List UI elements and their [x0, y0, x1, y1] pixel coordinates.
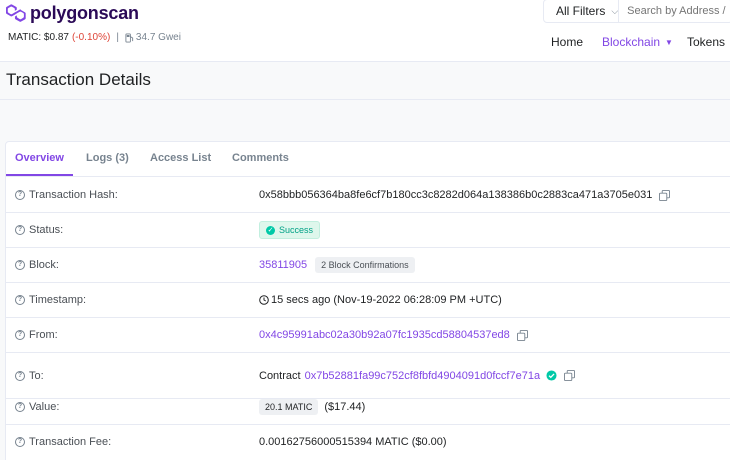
nav-blockchain[interactable]: Blockchain ▼	[602, 35, 673, 49]
nav-home[interactable]: Home	[551, 35, 583, 49]
help-icon[interactable]: ?	[15, 190, 25, 200]
transaction-hash: 0x58bbb056364ba8fe6cf7b180cc3c8282d064a1…	[259, 189, 653, 201]
filter-label: All Filters	[556, 4, 606, 18]
search-bar: All Filters ⌵	[543, 0, 730, 23]
detail-row-fee: ? Transaction Fee: 0.00162756000515394 M…	[6, 424, 730, 459]
tab-bar: Overview Logs (3) Access List Comments	[6, 142, 730, 177]
from-address-link[interactable]: 0x4c95991abc02a30b92a07fc1935cd58804537e…	[259, 329, 510, 341]
nav-tokens[interactable]: Tokens ▼	[687, 35, 730, 49]
nav-home-label: Home	[551, 35, 584, 49]
page-title-band: Transaction Details	[0, 62, 730, 100]
help-icon[interactable]: ?	[15, 225, 25, 235]
ticker-separator: |	[116, 32, 119, 43]
tab-overview[interactable]: Overview	[15, 152, 64, 164]
row-label: ? Transaction Hash:	[15, 189, 118, 201]
confirmations-badge: 2 Block Confirmations	[315, 257, 415, 273]
help-icon[interactable]: ?	[15, 295, 25, 305]
row-label: ? From:	[15, 329, 58, 341]
row-value: ✓ Success	[259, 221, 321, 239]
help-icon[interactable]: ?	[15, 260, 25, 270]
nav-blockchain-label: Blockchain	[602, 35, 661, 49]
help-icon[interactable]: ?	[15, 402, 25, 412]
polygon-logo-icon	[6, 4, 26, 22]
row-label: ? Timestamp:	[15, 294, 86, 306]
row-value: 15 secs ago (Nov-19-2022 06:28:09 PM +UT…	[259, 294, 502, 306]
from-label: From:	[29, 329, 58, 341]
row-value: 20.1 MATIC ($17.44)	[259, 399, 365, 415]
clock-icon	[259, 295, 269, 305]
matic-price: MATIC: $0.87	[8, 32, 69, 43]
fee-label: Transaction Fee:	[29, 435, 112, 448]
block-number-link[interactable]: 35811905	[259, 259, 307, 271]
row-value: 35811905 2 Block Confirmations	[259, 257, 415, 273]
brand-name: polygonscan	[30, 2, 139, 23]
row-value: 0x4c95991abc02a30b92a07fc1935cd58804537e…	[259, 329, 528, 341]
transaction-card: Overview Logs (3) Access List Comments ?…	[5, 141, 730, 460]
search-input[interactable]	[619, 5, 730, 17]
chevron-down-icon: ▼	[665, 37, 673, 47]
row-label: ? Transaction Fee:	[15, 436, 111, 448]
timestamp-label: Timestamp:	[29, 294, 87, 306]
to-label: To:	[29, 369, 44, 382]
detail-row-value: ? Value: 20.1 MATIC ($17.44)	[6, 390, 730, 425]
help-icon[interactable]: ?	[15, 330, 25, 340]
row-value: 0x58bbb056364ba8fe6cf7b180cc3c8282d064a1…	[259, 189, 671, 201]
hash-label: Transaction Hash:	[29, 189, 118, 201]
help-icon[interactable]: ?	[15, 436, 25, 447]
status-badge: ✓ Success	[259, 221, 321, 239]
status-text: Success	[279, 225, 314, 235]
fee-value: 0.00162756000515394 MATIC ($0.00)	[259, 435, 447, 448]
row-value: 0.00162756000515394 MATIC ($0.00)	[259, 436, 447, 448]
row-value: Contract 0x7b52881fa99c752cf8fbfd4904091…	[259, 369, 576, 382]
gas-price: 34.7 Gwei	[135, 32, 181, 43]
matic-amount-badge: 20.1 MATIC	[259, 399, 319, 415]
chevron-down-icon: ⌵	[611, 5, 619, 16]
row-label: ? To:	[15, 370, 44, 382]
row-label: ? Block:	[15, 259, 59, 271]
help-icon[interactable]: ?	[15, 370, 25, 381]
value-label: Value:	[29, 401, 60, 413]
detail-row-status: ? Status: ✓ Success	[6, 213, 730, 248]
page-title: Transaction Details	[6, 70, 151, 89]
timestamp-value: 15 secs ago (Nov-19-2022 06:28:09 PM +UT…	[271, 294, 502, 306]
detail-row-hash: ? Transaction Hash: 0x58bbb056364ba8fe6c…	[6, 178, 730, 213]
row-label: ? Status:	[15, 224, 63, 236]
tab-access-list[interactable]: Access List	[150, 152, 211, 164]
check-circle-icon: ✓	[266, 225, 275, 235]
site-header: polygonscan MATIC: $0.87 (-0.10%) | 34.7…	[0, 0, 730, 62]
contract-prefix: Contract	[259, 369, 301, 382]
detail-row-from: ? From: 0x4c95991abc02a30b92a07fc1935cd5…	[6, 318, 730, 353]
price-ticker: MATIC: $0.87 (-0.10%) | 34.7 Gwei	[8, 32, 181, 43]
verified-check-icon	[546, 370, 557, 381]
price-change: (-0.10%)	[71, 32, 111, 43]
active-tab-indicator	[6, 174, 73, 176]
row-label: ? Value:	[15, 401, 59, 413]
block-label: Block:	[29, 259, 59, 271]
value-usd: ($17.44)	[324, 401, 366, 413]
detail-row-timestamp: ? Timestamp: 15 secs ago (Nov-19-2022 06…	[6, 283, 730, 318]
search-filter-dropdown[interactable]: All Filters ⌵	[544, 0, 620, 22]
polygonscan-logo[interactable]: polygonscan	[6, 2, 139, 24]
detail-row-block: ? Block: 35811905 2 Block Confirmations	[6, 248, 730, 283]
to-address-link[interactable]: 0x7b52881fa99c752cf8fbfd4904091d0fccf7e7…	[305, 370, 541, 382]
copy-icon[interactable]	[516, 329, 528, 341]
nav-tokens-label: Tokens	[687, 35, 726, 49]
copy-icon[interactable]	[564, 370, 576, 381]
status-label: Status:	[29, 224, 64, 236]
gas-pump-icon	[125, 33, 134, 42]
tab-logs[interactable]: Logs (3)	[86, 152, 129, 164]
tab-comments[interactable]: Comments	[232, 152, 289, 164]
copy-icon[interactable]	[659, 189, 671, 201]
